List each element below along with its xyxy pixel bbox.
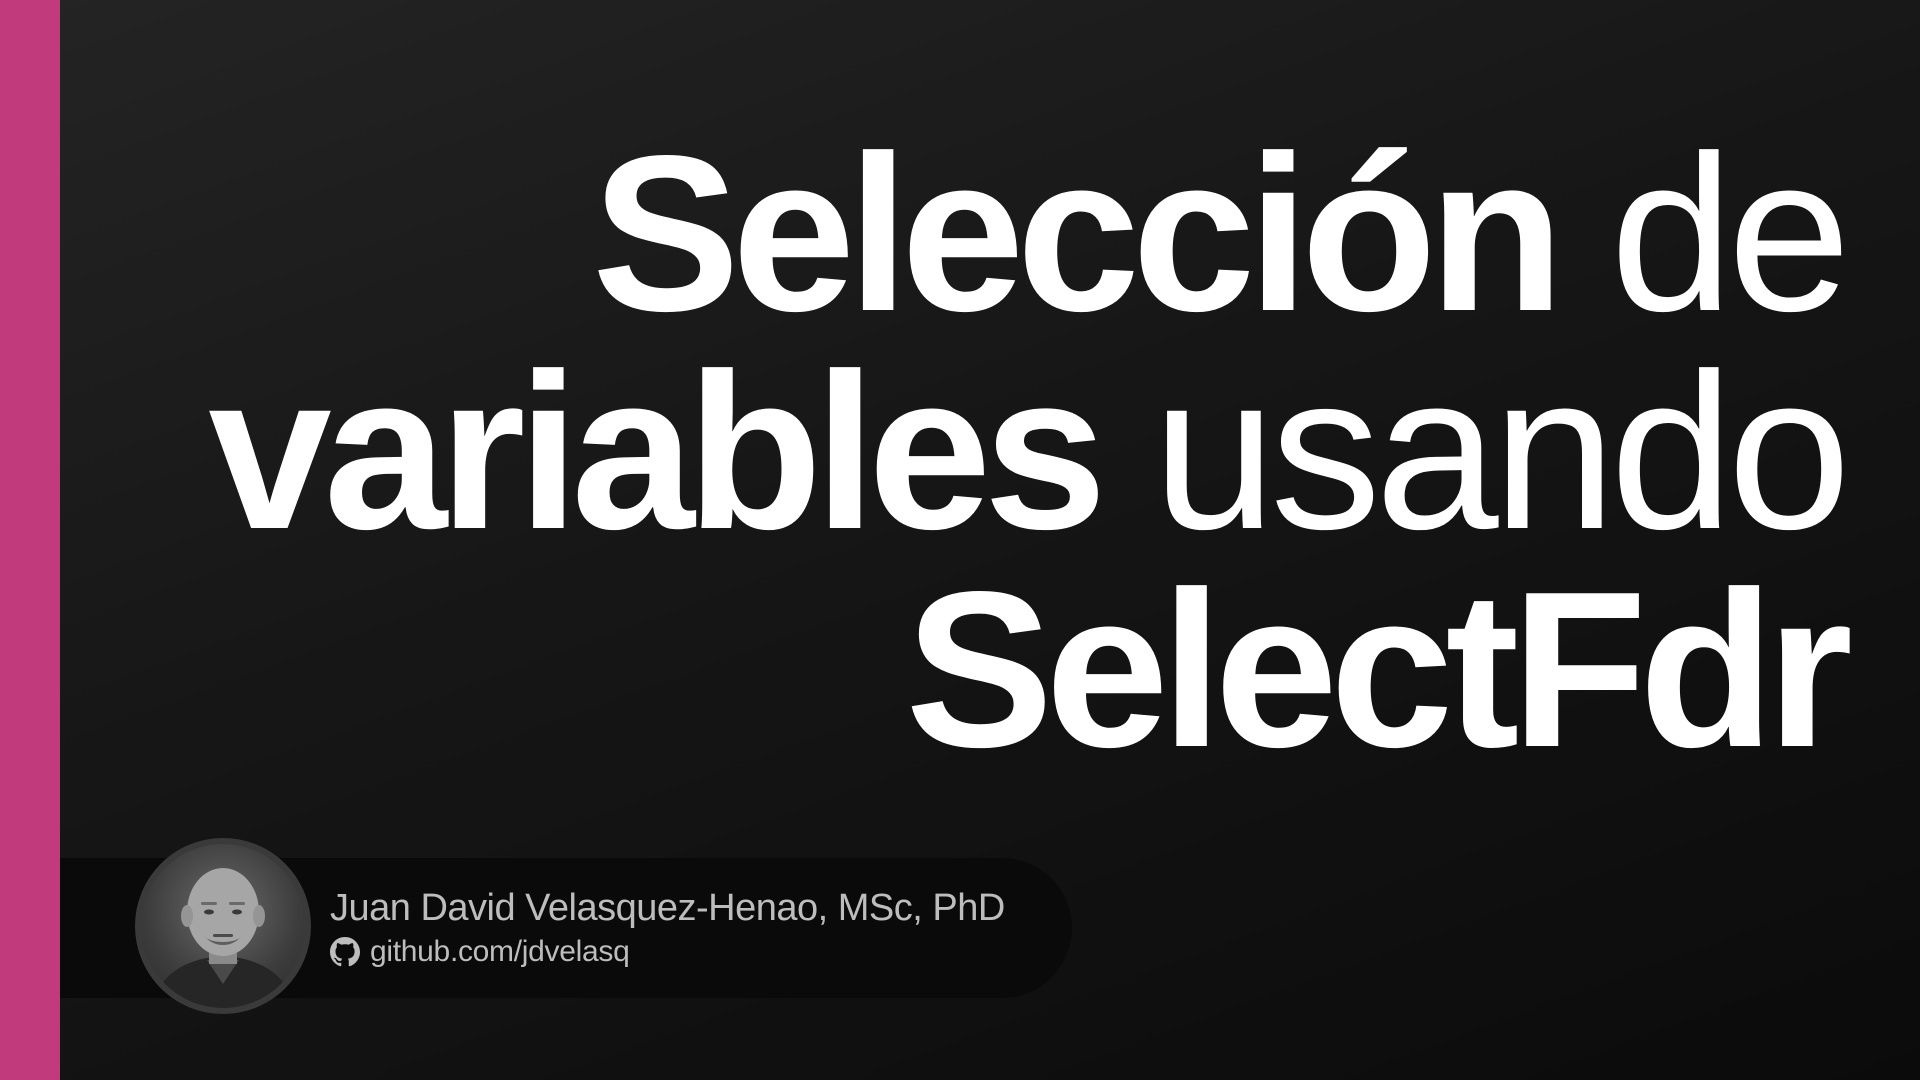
accent-bar [0,0,60,1080]
title-line-2: variables usando [145,341,1851,563]
author-url: github.com/jdvelasq [370,935,630,968]
author-name: Juan David Velasquez-Henao, MSc, PhD [330,887,1005,929]
title-word-selectfdr: SelectFdr [905,546,1853,794]
title-word-variables: variables [208,328,1107,576]
title-word-seleccion: Selección [591,110,1565,358]
avatar [135,838,311,1014]
title-word-usando: usando [1152,328,1851,576]
author-link[interactable]: github.com/jdvelasq [330,935,630,969]
title-line-1: Selección de [145,123,1851,345]
slide: Selección de variables usando SelectFdr [0,0,1920,1080]
slide-title: Selección de variables usando SelectFdr [145,123,1853,781]
avatar-portrait [151,868,295,1008]
github-icon [330,937,360,967]
title-word-de: de [1610,110,1851,358]
title-line-3: SelectFdr [145,559,1853,781]
